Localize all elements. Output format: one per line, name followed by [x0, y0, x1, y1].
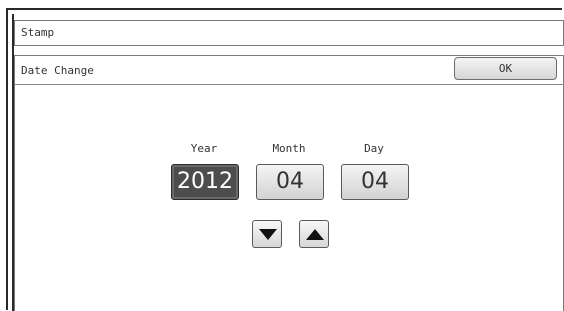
month-field[interactable]: 04 [256, 164, 324, 200]
year-field[interactable]: 2012 [171, 164, 239, 200]
title-bar: Stamp [14, 20, 564, 46]
triangle-down-icon [259, 229, 277, 240]
ok-button[interactable]: OK [454, 57, 557, 80]
stamp-screen: Stamp Date Change OK Year Month Day 2012… [0, 0, 564, 311]
increment-button[interactable] [299, 220, 329, 248]
decrement-button[interactable] [252, 220, 282, 248]
triangle-up-icon [306, 229, 324, 240]
window-title: Stamp [21, 26, 55, 39]
month-label: Month [272, 142, 306, 155]
day-field[interactable]: 04 [341, 164, 409, 200]
dialog-heading: Date Change [21, 64, 94, 77]
day-label: Day [364, 142, 384, 155]
year-label: Year [190, 142, 218, 155]
